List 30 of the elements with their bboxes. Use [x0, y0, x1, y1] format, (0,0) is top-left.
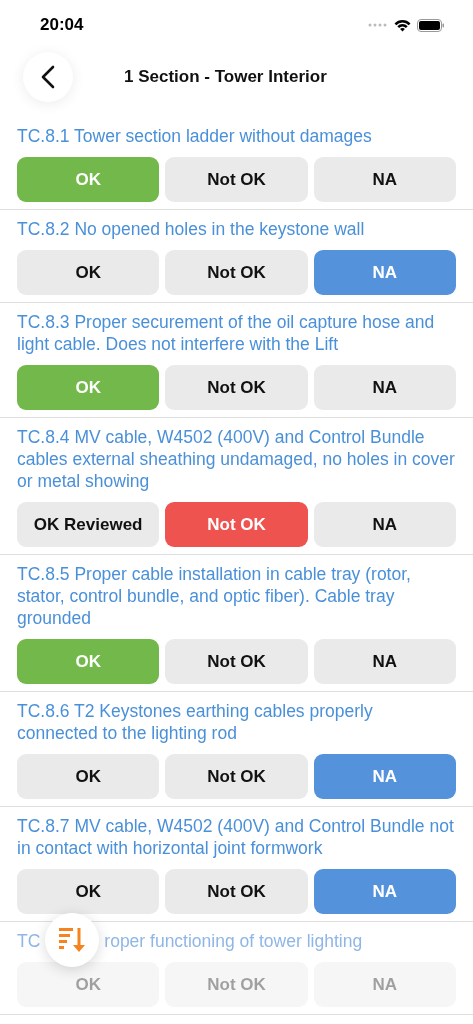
- wifi-icon: [394, 18, 411, 32]
- answer-button[interactable]: NA: [313, 157, 456, 202]
- answer-button[interactable]: OK: [17, 869, 160, 914]
- answer-button[interactable]: OK: [17, 250, 160, 295]
- answer-button[interactable]: Not OK: [165, 639, 308, 684]
- answer-button[interactable]: Not OK: [165, 250, 308, 295]
- checklist-item-title: TC.8.6 T2 Keystones earthing cables properly connected to the lighting rod: [17, 700, 374, 744]
- checklist-item-title: TC.8.2 No opened holes in the keystone wall: [17, 218, 366, 240]
- checklist-item-title: roper functioning of tower lighting: [104, 930, 363, 952]
- answer-button[interactable]: OK Reviewed: [17, 502, 160, 547]
- answer-button[interactable]: NA: [313, 639, 456, 684]
- answer-button[interactable]: NA: [313, 502, 456, 547]
- sort-button[interactable]: [45, 913, 99, 967]
- signal-icon: [368, 23, 388, 27]
- checklist-item-title: TC: [17, 930, 41, 952]
- chevron-left-icon: [41, 65, 55, 89]
- checklist-item-title: TC.8.1 Tower section ladder without damages: [17, 125, 373, 147]
- battery-icon: [417, 18, 445, 32]
- checklist-item-title: TC.8.3 Proper securement of the oil capture hose and light cable. Does not interfere with the Lift: [17, 311, 436, 355]
- answer-button[interactable]: OK: [17, 754, 160, 799]
- answer-button[interactable]: Not OK: [165, 157, 308, 202]
- answer-button[interactable]: Not OK: [165, 754, 308, 799]
- checklist-item-title: TC.8.5 Proper cable installation in cable tray (rotor, stator, control bundle, and optic fiber). Cable tray grounded: [17, 563, 412, 629]
- answer-button[interactable]: NA: [313, 365, 456, 410]
- answer-button[interactable]: Not OK: [165, 869, 308, 914]
- status-time: 20:04: [40, 15, 84, 35]
- answer-button[interactable]: Not OK: [165, 365, 308, 410]
- checklist-item-title: TC.8.4 MV cable, W4502 (400V) and Control Bundle cables external sheathing undamaged, no holes in cover or metal showing: [17, 426, 456, 492]
- checklist-item-title: TC.8.7 MV cable, W4502 (400V) and Control Bundle not in contact with horizontal joint formwork: [17, 815, 455, 859]
- page-title: 1 Section - Tower Interior: [124, 67, 327, 87]
